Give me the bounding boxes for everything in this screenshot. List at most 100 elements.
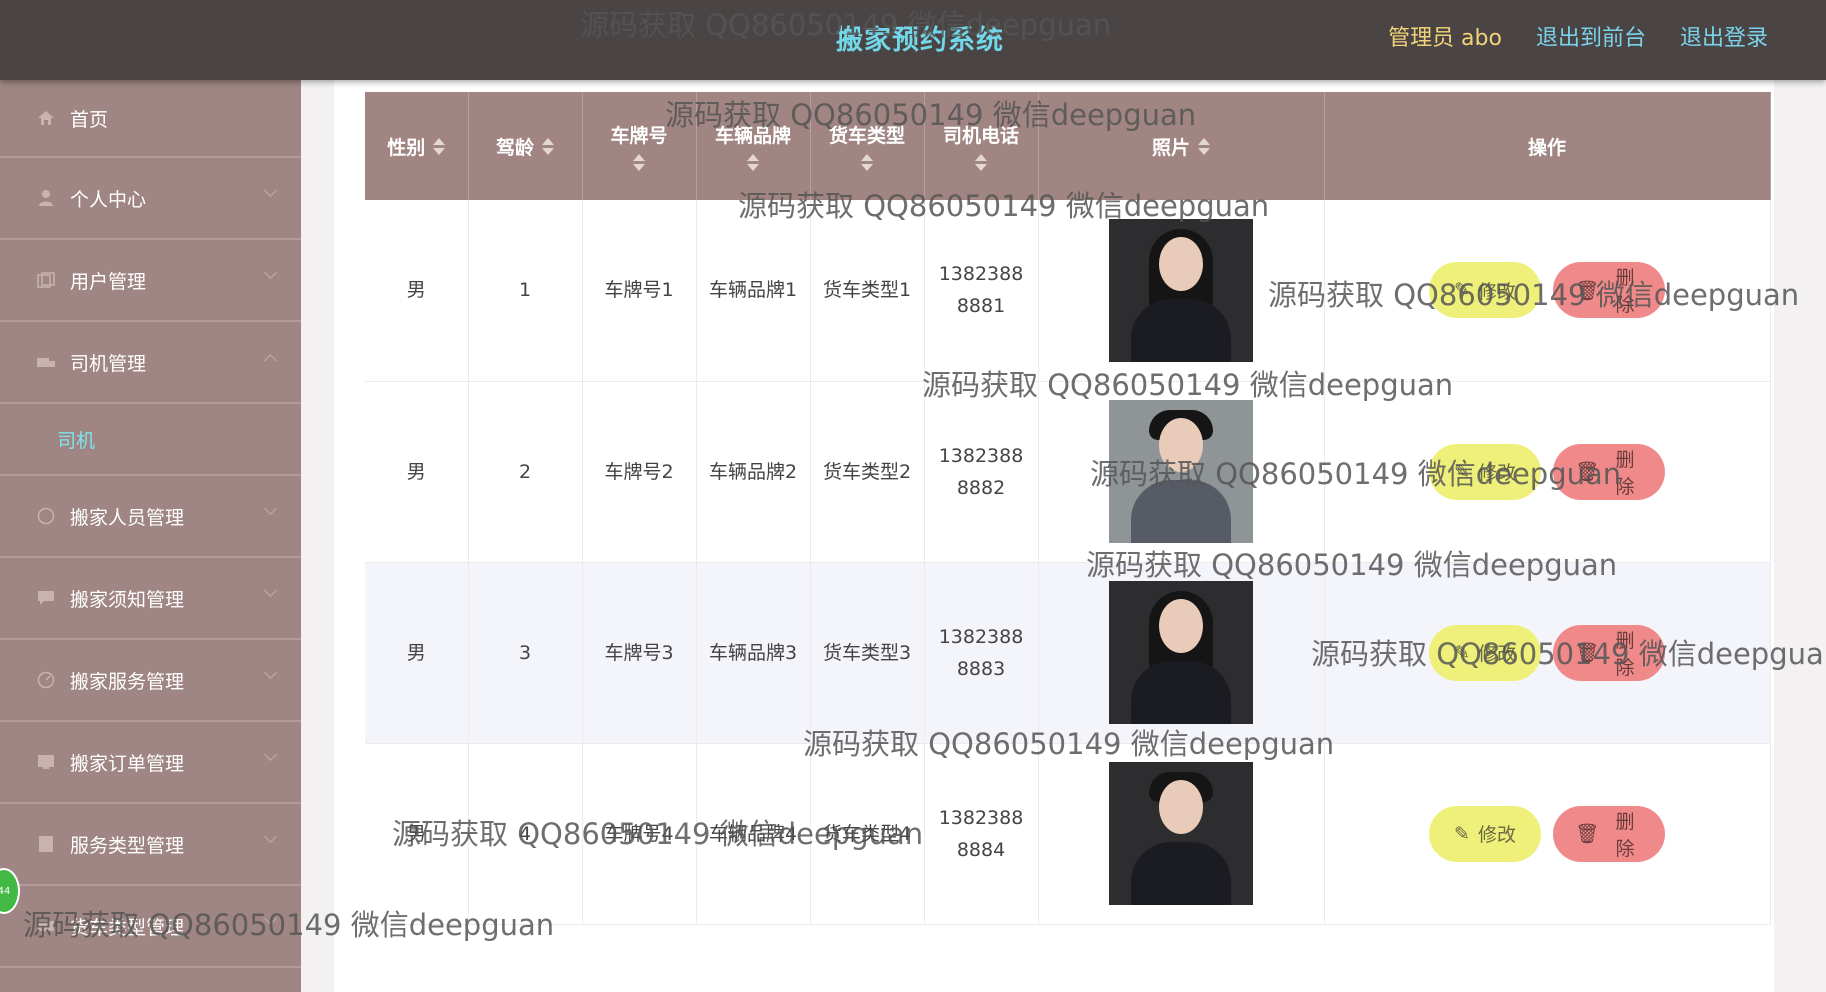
sidebar-item-service-types[interactable]: 服务类型管理 [0,804,301,886]
column-header-years[interactable]: 驾龄 [468,92,583,200]
sidebar-item-profile[interactable]: 个人中心 [0,158,301,240]
user-icon [36,189,56,207]
sidebar-item-drivers[interactable]: 司机管理 [0,322,301,404]
cell-brand: 车辆品牌1 [696,200,811,382]
column-header-brand[interactable]: 车辆品牌 [696,92,811,200]
sidebar-item-label: 搬家人员管理 [70,506,185,529]
sidebar: 首页 个人中心 用户管理 司机管理 司机 搬家人员管理 搬家须知管理 搬家服务管… [0,80,301,992]
cell-gender: 男 [365,562,469,744]
category-icon [36,835,56,853]
sort-icon[interactable] [746,154,759,171]
trash-icon: 🗑 [1575,642,1600,664]
sidebar-item-notices[interactable]: 搬家须知管理 [0,558,301,640]
edit-icon: ✎ [1454,641,1470,664]
edit-button[interactable]: ✎ 修改 [1429,262,1541,319]
sidebar-item-label: 个人中心 [70,188,147,211]
order-icon [36,753,56,771]
column-header-photo[interactable]: 照片 [1038,92,1325,200]
cell-gender: 男 [365,381,469,563]
cell-actions: ✎ 修改 🗑 删除 [1324,743,1771,925]
trash-icon: 🗑 [1575,823,1600,845]
column-header-phone[interactable]: 司机电话 [924,92,1039,200]
cell-plate: 车牌号1 [582,200,697,382]
driver-photo [1109,218,1253,362]
sidebar-item-label: 货车类型管理 [70,916,185,939]
cell-photo [1038,743,1325,925]
delete-button[interactable]: 🗑 删除 [1553,443,1665,500]
cell-phone: 13823888882 [924,381,1039,563]
cell-brand: 车辆品牌4 [696,743,811,925]
edit-button[interactable]: ✎ 修改 [1429,624,1541,681]
column-header-truck-type[interactable]: 货车类型 [810,92,925,200]
trash-icon: 🗑 [1575,461,1600,483]
edit-button[interactable]: ✎ 修改 [1429,443,1541,500]
delete-button[interactable]: 🗑 删除 [1553,624,1665,681]
sidebar-item-truck-types[interactable]: 货车类型管理 [0,886,301,968]
cell-gender: 男 [365,200,469,382]
cell-truck-type: 货车类型4 [810,743,925,925]
driver-photo [1109,762,1253,905]
back-to-front-link[interactable]: 退出到前台 [1536,20,1646,52]
sort-icon[interactable] [1198,137,1210,155]
cell-phone: 13823888881 [924,200,1039,382]
table-header-row: 性别 驾龄 车牌号 车辆品牌 货车类型 司机电话 照片 操作 [365,92,1771,200]
service-icon [36,671,56,689]
chevron-down-icon [264,666,277,679]
cell-plate: 车牌号4 [582,743,697,925]
table-row: 男 2 车牌号2 车辆品牌2 货车类型2 13823888882 ✎ 修改 🗑 删除 [365,381,1771,563]
cell-actions: ✎ 修改 🗑 删除 [1324,562,1771,744]
column-header-plate[interactable]: 车牌号 [582,92,697,200]
sort-icon[interactable] [632,154,645,171]
sort-icon[interactable] [433,137,446,155]
sidebar-item-label: 首页 [70,108,109,131]
chevron-down-icon [264,266,277,279]
truck-type-icon [36,917,56,935]
column-header-actions: 操作 [1324,92,1771,200]
chevron-down-icon [264,830,277,843]
sort-icon[interactable] [860,154,873,171]
cell-truck-type: 货车类型2 [810,381,925,563]
chevron-down-icon [264,912,277,925]
sidebar-item-label: 司机管理 [70,352,147,375]
cell-actions: ✎ 修改 🗑 删除 [1324,381,1771,563]
cell-brand: 车辆品牌2 [696,381,811,563]
sidebar-item-movers[interactable]: 搬家人员管理 [0,476,301,558]
delete-button[interactable]: 🗑 删除 [1553,805,1665,862]
cell-truck-type: 货车类型3 [810,562,925,744]
worker-icon [36,507,56,525]
sort-icon[interactable] [974,154,987,171]
sidebar-item-orders[interactable]: 搬家订单管理 [0,722,301,804]
cell-years: 4 [468,743,583,925]
driver-photo [1109,581,1253,724]
top-bar: 搬家预约系统 管理员 abo 退出到前台 退出登录 [0,0,1826,80]
cell-actions: ✎ 修改 🗑 删除 [1324,200,1771,382]
cell-brand: 车辆品牌3 [696,562,811,744]
chevron-down-icon [264,502,277,515]
cell-phone: 13823888883 [924,562,1039,744]
chevron-up-icon [264,354,277,367]
column-header-gender[interactable]: 性别 [365,92,469,200]
sidebar-item-services[interactable]: 搬家服务管理 [0,640,301,722]
truck-icon [36,353,56,371]
sort-icon[interactable] [542,137,554,155]
notice-icon [36,589,56,607]
edit-icon: ✎ [1454,460,1470,483]
sidebar-item-label: 搬家订单管理 [70,752,185,775]
sidebar-item-label: 服务类型管理 [70,834,185,857]
table-panel: 性别 驾龄 车牌号 车辆品牌 货车类型 司机电话 照片 操作 男 1 车牌号1 … [334,80,1774,992]
driver-photo [1109,400,1253,543]
sidebar-item-label: 搬家须知管理 [70,588,185,611]
top-nav: 管理员 abo 退出到前台 退出登录 [1388,20,1768,52]
logout-link[interactable]: 退出登录 [1680,20,1768,52]
delete-button[interactable]: 🗑 删除 [1553,262,1665,319]
cell-photo [1038,562,1325,744]
cell-gender: 男 [365,743,469,925]
edit-icon: ✎ [1454,279,1470,302]
sidebar-item-label: 用户管理 [70,270,147,293]
sidebar-item-users[interactable]: 用户管理 [0,240,301,322]
edit-button[interactable]: ✎ 修改 [1429,805,1541,862]
cell-years: 1 [468,200,583,382]
sidebar-item-home[interactable]: 首页 [0,80,301,158]
driver-table: 性别 驾龄 车牌号 车辆品牌 货车类型 司机电话 照片 操作 男 1 车牌号1 … [365,92,1771,925]
sidebar-subitem-driver[interactable]: 司机 [0,404,301,476]
